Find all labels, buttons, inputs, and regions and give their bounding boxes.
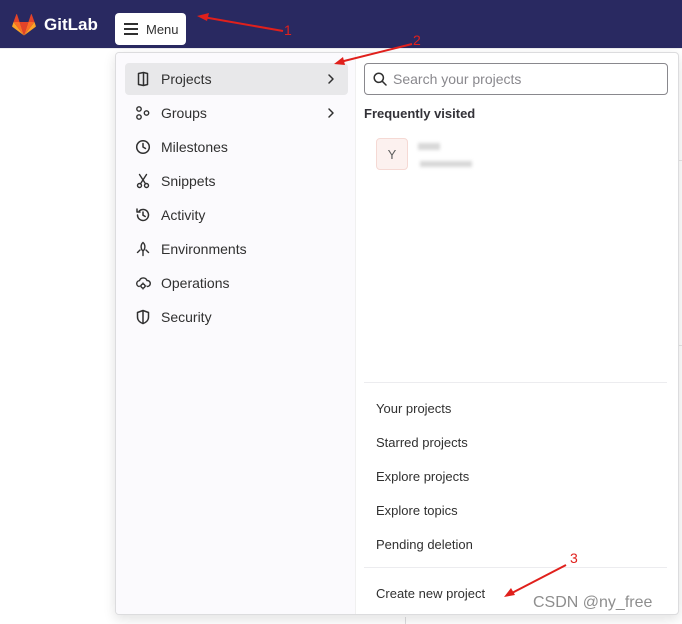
annotation-arrow-3: [509, 564, 567, 595]
annotation-number-1: 1: [284, 22, 292, 38]
annotation-number-2: 2: [413, 32, 421, 48]
annotation-arrow-1: [202, 16, 284, 32]
annotation-arrowhead-1: [197, 13, 209, 21]
annotation-number-3: 3: [570, 550, 578, 566]
annotation-arrow-2: [339, 43, 413, 63]
annotation-arrows: [197, 13, 567, 597]
watermark: CSDN @ny_free: [533, 594, 653, 611]
annotation-arrowhead-3: [504, 588, 515, 597]
annotation-arrowhead-2: [334, 57, 345, 65]
